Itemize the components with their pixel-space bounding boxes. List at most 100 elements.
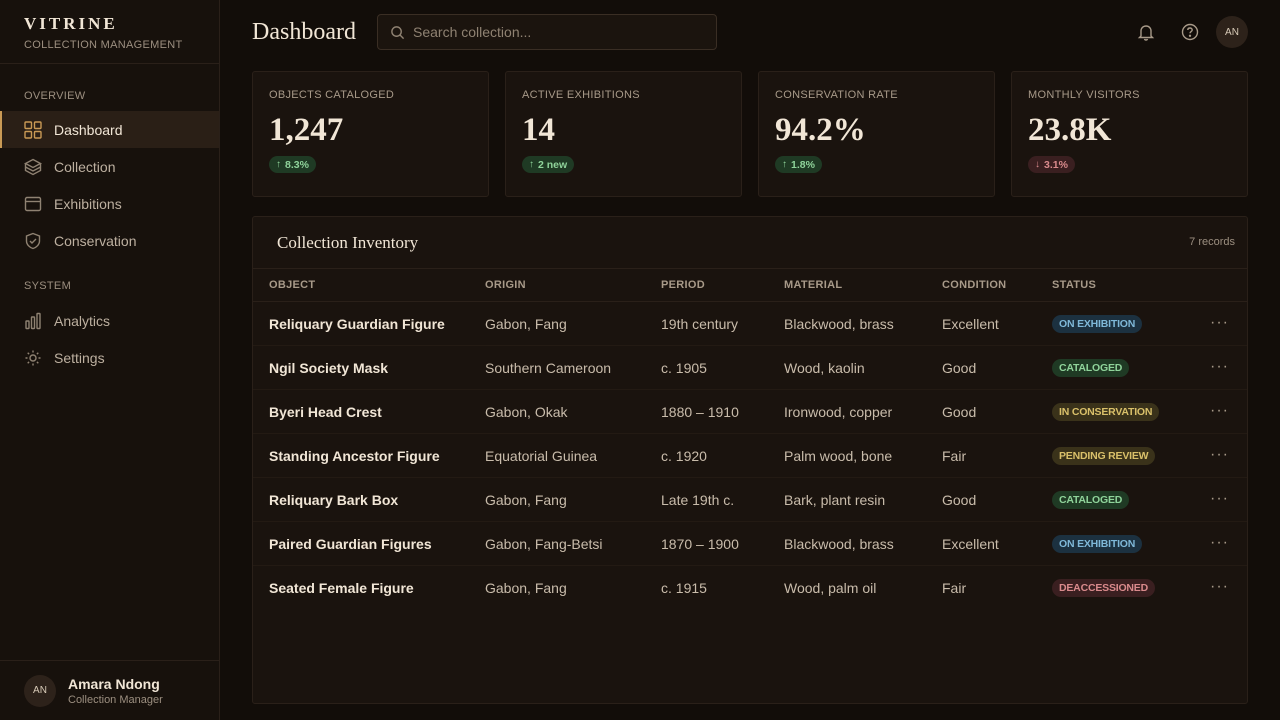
avatar: AN [24,674,56,707]
period-cell: Late 19th c. [661,492,735,508]
arrow-up-icon: ↑ [276,159,281,170]
sidebar-item-label: Collection [54,158,116,175]
shield-check-icon [24,232,42,250]
header-avatar[interactable]: AN [1216,16,1248,48]
sidebar-item-label: Analytics [54,312,111,329]
column-header-status[interactable]: STATUS [1052,279,1096,291]
origin-cell: Gabon, Okak [485,404,568,420]
material-cell: Wood, palm oil [784,580,877,596]
object-name: Standing Ancestor Figure [269,448,440,464]
brand: VITRINE COLLECTION MANAGEMENT [0,0,219,64]
table-row[interactable]: Paired Guardian Figures Gabon, Fang-Betsi… [253,522,1247,566]
stat-card-objects: OBJECTS CATALOGED 1,247 ↑ 8.3% [252,71,489,197]
column-header-origin[interactable]: ORIGIN [485,279,526,291]
more-options-icon[interactable]: ··· [1210,314,1229,332]
origin-cell: Gabon, Fang [485,580,567,596]
origin-cell: Equatorial Guinea [485,448,598,464]
search-icon [390,25,405,40]
sidebar-item-label: Exhibitions [54,195,122,212]
sun-gear-icon [24,349,42,367]
table-row[interactable]: Ngil Society Mask Southern Cameroon c. 190… [253,346,1247,390]
sidebar-item-label: Dashboard [54,121,123,138]
page-title: Dashboard [252,18,356,45]
column-header-object[interactable]: OBJECT [269,279,315,291]
more-options-icon[interactable]: ··· [1210,402,1229,420]
notifications-button[interactable] [1134,20,1158,44]
trend-badge: ↑ 8.3% [269,156,316,173]
grid-icon [24,120,42,139]
column-header-condition[interactable]: CONDITION [942,279,1006,291]
stat-value: 23.8K [1028,112,1112,148]
object-name: Reliquary Bark Box [269,492,399,508]
material-cell: Palm wood, bone [784,448,893,464]
sidebar-item-exhibitions[interactable]: Exhibitions [0,185,219,222]
nav-section-system: SYSTEM [24,280,72,292]
arrow-up-icon: ↑ [529,159,534,170]
object-name: Seated Female Figure [269,580,414,596]
user-role: Collection Manager [68,693,163,706]
panel-title: Collection Inventory [277,233,419,252]
material-cell: Wood, kaolin [784,360,865,376]
stat-label: MONTHLY VISITORS [1028,89,1140,101]
origin-cell: Gabon, Fang-Betsi [485,536,603,552]
table-row[interactable]: Byeri Head Crest Gabon, Okak 1880 – 1910 Ir… [253,390,1247,434]
table-row[interactable]: Standing Ancestor Figure Equatorial Guine… [253,434,1247,478]
object-name: Reliquary Guardian Figure [269,316,445,332]
stat-value: 14 [522,112,555,148]
period-cell: 1880 – 1910 [661,404,739,420]
sidebar-item-analytics[interactable]: Analytics [0,302,219,339]
more-options-icon[interactable]: ··· [1210,446,1229,464]
table-body: Reliquary Guardian Figure Gabon, Fang 19th… [253,302,1247,610]
sidebar-item-label: Conservation [54,232,137,249]
status-badge: DEACCESSIONED [1052,579,1155,597]
column-header-period[interactable]: PERIOD [661,279,705,291]
condition-cell: Fair [942,448,967,464]
stat-label: CONSERVATION RATE [775,89,898,101]
record-count: 7 records [1189,236,1235,248]
object-name: Byeri Head Crest [269,404,382,420]
condition-cell: Fair [942,580,967,596]
stat-value: 94.2% [775,112,866,148]
table-row[interactable]: Seated Female Figure Gabon, Fang c. 1915 Wo… [253,566,1247,610]
help-icon [1181,23,1199,41]
status-badge: ON EXHIBITION [1052,315,1143,333]
trend-value: 8.3% [285,158,309,171]
user-profile[interactable]: AN Amara Ndong Collection Manager [0,660,219,720]
more-options-icon[interactable]: ··· [1210,490,1229,508]
arrow-up-icon: ↑ [782,159,787,170]
layers-icon [24,158,42,176]
table-row[interactable]: Reliquary Bark Box Gabon, Fang Late 19th c… [253,478,1247,522]
sidebar-item-conservation[interactable]: Conservation [0,222,219,259]
header: Dashboard AN [220,0,1280,64]
bar-chart-icon [24,312,42,330]
brand-name: VITRINE [24,14,118,33]
material-cell: Bark, plant resin [784,492,886,508]
condition-cell: Good [942,360,977,376]
trend-badge: ↓ 3.1% [1028,156,1075,173]
table-row[interactable]: Reliquary Guardian Figure Gabon, Fang 19th… [253,302,1247,346]
column-header-material[interactable]: MATERIAL [784,279,842,291]
more-options-icon[interactable]: ··· [1210,534,1229,552]
condition-cell: Excellent [942,536,999,552]
stat-value: 1,247 [269,112,344,148]
trend-value: 3.1% [1044,158,1068,171]
sidebar-item-settings[interactable]: Settings [0,339,219,376]
condition-cell: Good [942,404,977,420]
material-cell: Blackwood, brass [784,536,894,552]
help-button[interactable] [1178,20,1202,44]
origin-cell: Southern Cameroon [485,360,612,376]
sidebar-item-label: Settings [54,349,105,366]
trend-value: 1.8% [791,158,815,171]
sidebar-item-collection[interactable]: Collection [0,148,219,185]
sidebar-item-dashboard[interactable]: Dashboard [0,111,219,148]
search-box[interactable] [377,14,717,50]
trend-badge: ↑ 2 new [522,156,575,173]
status-badge: ON EXHIBITION [1052,535,1143,553]
status-badge: CATALOGED [1052,491,1130,509]
inventory-panel: Collection Inventory 7 records OBJECT OR… [252,216,1248,704]
condition-cell: Good [942,492,977,508]
search-input[interactable] [413,24,703,40]
more-options-icon[interactable]: ··· [1210,358,1229,376]
origin-cell: Gabon, Fang [485,316,567,332]
more-options-icon[interactable]: ··· [1210,578,1229,596]
